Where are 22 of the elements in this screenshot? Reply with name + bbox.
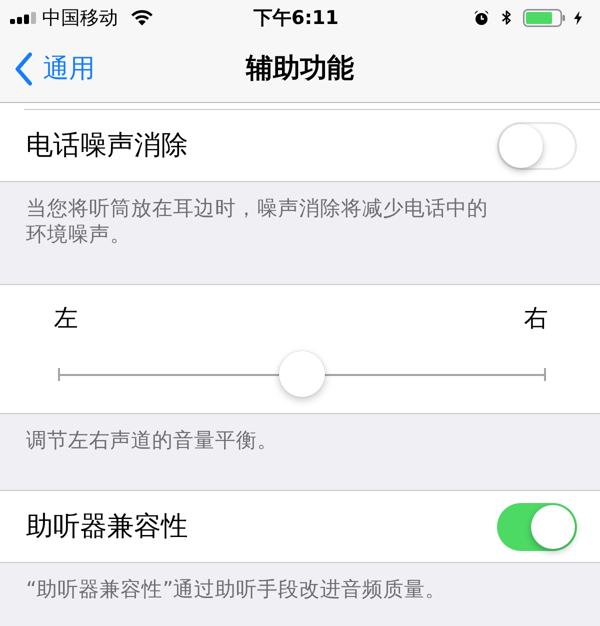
alarm-clock-icon bbox=[474, 10, 489, 26]
back-button[interactable]: 通用 bbox=[14, 52, 95, 86]
wifi-icon bbox=[131, 10, 153, 26]
slider-thumb[interactable] bbox=[279, 351, 325, 397]
footer-text: 调节左右声道的音量平衡。 bbox=[26, 427, 278, 453]
footer-text: “助听器兼容性”通过助听手段改进音频质量。 bbox=[26, 576, 446, 602]
right-label: 右 bbox=[524, 303, 548, 333]
toggle-switch[interactable] bbox=[497, 502, 577, 550]
footer-text: 当您将听筒放在耳边时，噪声消除将减少电话中的环境噪声。 bbox=[26, 195, 489, 247]
clock-time: 下午6:11 bbox=[253, 6, 339, 28]
balance-slider[interactable] bbox=[58, 351, 546, 397]
page-title: 辅助功能 bbox=[246, 52, 354, 86]
left-label: 左 bbox=[54, 303, 78, 333]
lightning-bolt-icon bbox=[574, 10, 582, 24]
chevron-left-icon bbox=[14, 52, 33, 86]
bluetooth-icon bbox=[501, 10, 512, 25]
carrier-name: 中国移动 bbox=[42, 6, 118, 28]
toggle-switch[interactable] bbox=[497, 122, 577, 170]
setting-label: 助听器兼容性 bbox=[26, 510, 188, 544]
battery-icon bbox=[523, 8, 566, 26]
signal-bars-icon bbox=[10, 12, 37, 24]
setting-label: 电话噪声消除 bbox=[26, 128, 188, 162]
